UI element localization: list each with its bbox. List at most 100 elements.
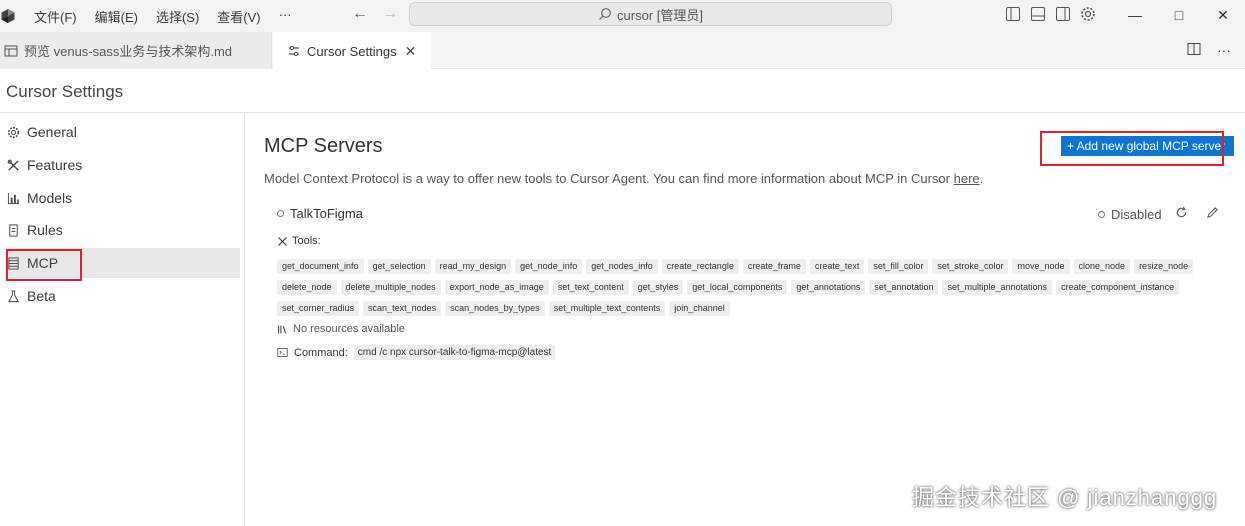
settings-page-title: Cursor Settings	[6, 82, 124, 101]
server-actions	[1175, 206, 1219, 219]
tools-heading: Tools:	[277, 235, 321, 247]
command-row: Command: cmd /c npx cursor-talk-to-figma…	[277, 345, 556, 360]
toggle-primary-sidebar-icon[interactable]	[1005, 6, 1021, 22]
tool-chip: create_rectangle	[661, 259, 739, 274]
sidebar-item-rules[interactable]: Rules	[6, 215, 240, 245]
tools-icon	[6, 158, 20, 172]
refresh-icon[interactable]	[1175, 206, 1188, 219]
sidebar-item-models[interactable]: Models	[6, 183, 240, 213]
highlight-box-mcp	[6, 249, 82, 281]
tool-chip: get_local_components	[687, 280, 788, 295]
sidebar-item-label: Models	[27, 190, 73, 206]
resources-text: No resources available	[293, 323, 405, 335]
menu-bar: 文件(F) 编辑(E) 选择(S) 查看(V) ···	[34, 7, 310, 26]
tool-chip: set_corner_radius	[277, 301, 360, 316]
tab-actions: ···	[1187, 42, 1231, 58]
bar-chart-icon	[6, 191, 20, 205]
tab-label: Cursor Settings	[307, 43, 397, 59]
library-icon	[277, 324, 288, 335]
mcp-description: Model Context Protocol is a way to offer…	[264, 171, 983, 186]
tool-chip: get_document_info	[277, 259, 364, 274]
sidebar-item-features[interactable]: Features	[6, 150, 240, 180]
menu-file[interactable]: 文件(F)	[34, 7, 77, 26]
command-center-search[interactable]: cursor [管理员]	[409, 2, 892, 26]
editor-tab-bar: 预览 venus-sass业务与技术架构.md Cursor Settings …	[0, 32, 1245, 70]
server-status-toggle[interactable]: Disabled	[1098, 207, 1162, 222]
tool-chip: delete_multiple_nodes	[340, 280, 441, 295]
back-arrow-icon[interactable]: ←	[352, 5, 368, 23]
split-editor-icon[interactable]	[1187, 42, 1201, 56]
sidebar-item-label: Features	[27, 157, 83, 173]
edit-pencil-icon[interactable]	[1206, 206, 1219, 219]
menu-view[interactable]: 查看(V)	[217, 7, 260, 26]
sidebar-item-label: Rules	[27, 222, 63, 238]
settings-sidebar: General Features Models Rules MCP Beta	[0, 113, 245, 526]
tab-cursor-settings[interactable]: Cursor Settings ✕	[273, 32, 431, 70]
server-name: TalkToFigma	[290, 206, 363, 221]
menu-more[interactable]: ···	[279, 7, 292, 26]
preview-icon	[4, 44, 18, 58]
mcp-description-suffix: .	[979, 171, 984, 186]
watermark: 掘金技术社区 @ jianzhanggg	[912, 485, 1218, 510]
settings-sliders-icon	[287, 44, 301, 58]
tool-chip: create_text	[809, 259, 865, 274]
tool-chip: scan_text_nodes	[363, 301, 442, 316]
flask-icon	[6, 289, 20, 303]
mcp-description-text: Model Context Protocol is a way to offer…	[264, 171, 950, 186]
tool-chip: set_stroke_color	[932, 259, 1009, 274]
disabled-dot-icon	[1098, 211, 1105, 218]
search-icon	[599, 8, 611, 20]
tool-chip: get_annotations	[791, 280, 866, 295]
tool-chip: set_multiple_annotations	[942, 280, 1053, 295]
tool-chip: set_annotation	[869, 280, 939, 295]
terminal-icon	[277, 347, 288, 358]
layout-controls	[1005, 6, 1096, 22]
tool-chip: create_component_instance	[1056, 280, 1180, 295]
settings-gear-icon[interactable]	[1080, 6, 1096, 22]
server-status-label: Disabled	[1111, 207, 1162, 222]
document-icon	[6, 223, 20, 237]
tool-chip: scan_nodes_by_types	[445, 301, 545, 316]
tab-markdown-preview[interactable]: 预览 venus-sass业务与技术架构.md	[0, 32, 272, 69]
gear-icon	[6, 125, 20, 139]
window-controls: — □ ✕	[1113, 0, 1245, 30]
tool-chip: create_frame	[742, 259, 806, 274]
sidebar-item-general[interactable]: General	[6, 117, 240, 147]
mcp-section-title: MCP Servers	[264, 135, 383, 157]
close-tab-icon[interactable]: ✕	[405, 43, 417, 60]
tool-chip: move_node	[1012, 259, 1070, 274]
mcp-server-header: TalkToFigma	[277, 206, 363, 221]
minimize-icon[interactable]: —	[1113, 0, 1157, 30]
close-window-icon[interactable]: ✕	[1201, 0, 1245, 30]
title-bar: 文件(F) 编辑(E) 选择(S) 查看(V) ··· ← → cursor […	[0, 0, 1245, 32]
forward-arrow-icon[interactable]: →	[382, 5, 398, 23]
sidebar-item-beta[interactable]: Beta	[6, 281, 240, 311]
tool-chip: get_selection	[367, 259, 431, 274]
tool-chip: set_fill_color	[868, 259, 929, 274]
toggle-panel-icon[interactable]	[1030, 6, 1046, 22]
tool-chip: join_channel	[669, 301, 730, 316]
toggle-secondary-sidebar-icon[interactable]	[1055, 6, 1071, 22]
tool-chip: get_styles	[632, 280, 684, 295]
tool-chip: resize_node	[1134, 259, 1194, 274]
menu-selection[interactable]: 选择(S)	[156, 7, 199, 26]
tool-list: get_document_info get_selection read_my_…	[277, 259, 1197, 316]
tab-label: 预览 venus-sass业务与技术架构.md	[24, 44, 233, 59]
tool-chip: get_node_info	[515, 259, 583, 274]
cursor-logo-icon	[0, 8, 16, 24]
command-label: Command:	[294, 346, 348, 359]
nav-arrows: ← →	[352, 5, 398, 23]
tool-chip: clone_node	[1073, 259, 1131, 274]
tool-chip: delete_node	[277, 280, 337, 295]
tool-chip: set_text_content	[552, 280, 629, 295]
command-center-text: cursor [管理员]	[617, 7, 703, 23]
tool-chip: set_multiple_text_contents	[548, 301, 666, 316]
sidebar-item-label: Beta	[27, 288, 56, 304]
tools-icon	[277, 236, 288, 247]
menu-edit[interactable]: 编辑(E)	[95, 7, 138, 26]
sidebar-item-label: General	[27, 124, 77, 140]
more-actions-icon[interactable]: ···	[1217, 42, 1231, 58]
mcp-docs-link[interactable]: here	[954, 171, 980, 186]
maximize-icon[interactable]: □	[1157, 0, 1201, 30]
server-status-dot-icon	[277, 210, 284, 217]
